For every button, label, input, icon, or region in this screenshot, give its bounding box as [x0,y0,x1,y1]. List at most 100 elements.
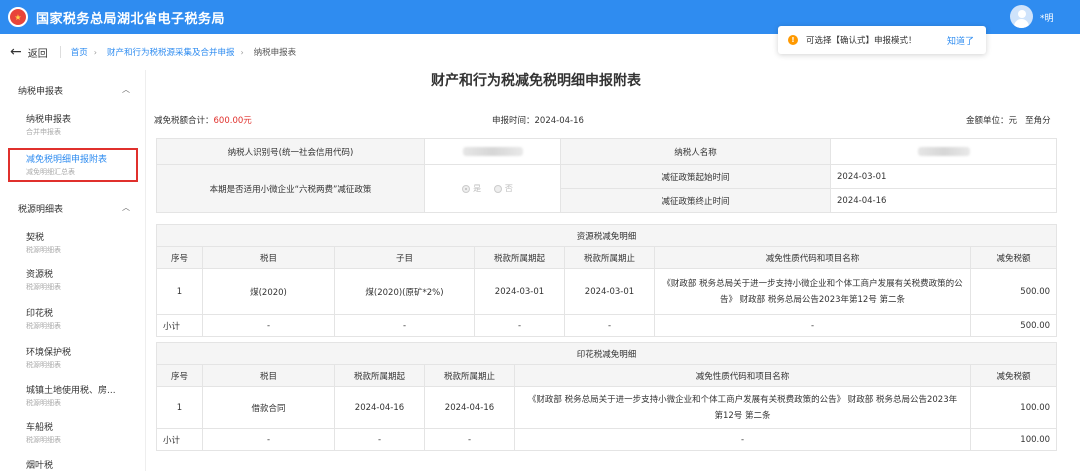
site-title: 国家税务总局湖北省电子税务局 [36,11,226,27]
sidebar-item-sublabel: 税源明细表 [26,322,61,330]
user-avatar-icon[interactable] [1010,5,1033,28]
subtotal-dash: - [202,314,335,337]
sidebar-item-label: 契税 [26,233,45,243]
breadcrumb-current: 纳税申报表 [253,48,297,58]
row-no: 1 [156,268,203,315]
sidebar: 纳税申报表 ︿ 纳税申报表 合并申报表 减免税明细申报附表 减免明细汇总表 税源… [0,70,146,471]
main-content: 财产和行为税减免税明细申报附表 减免税额合计：600.00元 申报时间：2024… [146,70,1080,471]
declaration-date: 申报时间：2024-04-16 [492,114,584,126]
col-header: 减免性质代码和项目名称 [514,364,971,387]
sidebar-item-relief-schedule[interactable]: 减免税明细申报附表 减免明细汇总表 [26,152,107,177]
amount-unit-label: 金额单位：元 [966,116,1018,126]
back-arrow-icon[interactable]: ← [10,44,22,60]
table-row: 1 煤(2020) 煤(2020)(原矿*2%) 2024-03-01 2024… [156,268,1058,315]
sidebar-item-sublabel: 税源明细表 [26,436,61,444]
col-header: 税款所属期止 [424,364,515,387]
col-header: 减免税额 [969,246,1058,269]
resource-tax-relief-table: 资源税减免明细 序号 税目 子目 税款所属期起 税款所属期止 减免性质代码和项目… [155,224,1058,337]
small-biz-policy-label: 本期是否适用小微企业“六税两费”减征政策 [156,164,425,213]
subtotal-row: 小计 - - - - - 500.00 [156,314,1058,337]
sidebar-item-resource-tax[interactable]: 资源税 税源明细表 [26,267,61,292]
chevron-right-icon: › [240,47,244,57]
chevron-right-icon: › [93,47,97,57]
sidebar-group-source-details[interactable]: 税源明细表 [18,202,63,215]
policy-end-value: 2024-04-16 [830,188,1057,213]
small-biz-policy-radios: 是 否 [424,164,561,213]
row-no: 1 [156,386,203,429]
policy-end-label: 减征政策终止时间 [560,188,831,213]
radio-no[interactable] [493,184,502,193]
subtotal-dash: - [202,428,335,451]
amount-unit: 金额单位：元 至角分 [966,114,1051,126]
declaration-date-label: 申报时间： [492,116,535,126]
policy-start-label: 减征政策起始时间 [560,164,831,189]
tax-emblem-icon: ★ [8,7,28,27]
radio-yes-label: 是 [473,184,482,193]
sidebar-item-sublabel: 减免明细汇总表 [26,168,75,176]
subtotal-dash: - [424,428,515,451]
sidebar-item-label: 减免税明细申报附表 [26,155,108,165]
got-it-button[interactable]: 知道了 [947,34,974,47]
col-header: 税款所属期止 [564,246,655,269]
row-relief-nature: 《财政部 税务总局关于进一步支持小微企业和个体工商户发展有关税费政策的公告》 财… [654,268,971,315]
subtotal-dash: - [334,314,475,337]
sidebar-item-declaration-form[interactable]: 纳税申报表 合并申报表 [26,112,71,137]
sidebar-item-environment-tax[interactable]: 环境保护税 税源明细表 [26,345,71,370]
table-row: 1 借款合同 2024-04-16 2024-04-16 《财政部 税务总局关于… [156,386,1058,429]
emblem-star: ★ [14,12,22,22]
warning-icon: ! [788,35,798,45]
sidebar-item-deed-tax[interactable]: 契税 税源明细表 [26,230,61,255]
declaration-date-value: 2024-04-16 [534,116,584,126]
relief-total-value: 600.00元 [213,116,252,126]
chevron-up-icon[interactable]: ︿ [122,84,130,95]
sidebar-item-label: 资源税 [26,270,54,280]
col-header: 税款所属期起 [334,364,425,387]
subtotal-row: 小计 - - - - 100.00 [156,428,1058,451]
col-header: 减免性质代码和项目名称 [654,246,971,269]
notice-toast: ! 可选择【确认式】申报模式！ 知道了 [778,26,986,54]
col-header: 减免税额 [969,364,1058,387]
subtotal-label: 小计 [156,428,203,451]
sidebar-item-land-use-tax[interactable]: 城镇土地使用税、房... 税源明细表 [26,383,116,408]
breadcrumb-home[interactable]: 首页 [71,46,88,58]
sidebar-item-sublabel: 税源明细表 [26,361,61,369]
relief-total: 减免税额合计：600.00元 [154,114,252,126]
policy-start-value: 2024-03-01 [830,164,1057,189]
breadcrumb-declaration[interactable]: 财产和行为税税源采集及合并申报 [107,46,235,58]
col-header: 序号 [156,246,203,269]
radio-yes[interactable] [462,184,471,193]
row-period-end: 2024-03-01 [564,268,655,315]
sidebar-item-sublabel: 税源明细表 [26,246,61,254]
row-relief-amount: 500.00 [969,268,1058,315]
taxpayer-id-value [424,138,561,165]
taxpayer-name-label: 纳税人名称 [560,138,831,165]
sidebar-item-tobacco-tax[interactable]: 烟叶税 [26,458,53,471]
row-relief-nature: 《财政部 税务总局关于进一步支持小微企业和个体工商户发展有关税费政策的公告》 财… [514,386,971,429]
col-header: 子目 [334,246,475,269]
back-button[interactable]: 返回 [28,45,48,60]
col-header: 税款所属期起 [474,246,565,269]
subtotal-dash: - [514,428,971,451]
row-period-end: 2024-04-16 [424,386,515,429]
row-subitem: 煤(2020)(原矿*2%) [334,268,475,315]
chevron-up-icon[interactable]: ︿ [122,202,130,213]
radio-no-label: 否 [504,184,513,193]
sidebar-item-vehicle-tax[interactable]: 车船税 税源明细表 [26,420,61,445]
amount-precision: 至角分 [1025,116,1051,126]
sidebar-group-declaration[interactable]: 纳税申报表 [18,84,63,97]
subtotal-dash: - [474,314,565,337]
sidebar-item-label: 环境保护税 [26,348,72,358]
subtotal-dash: - [654,314,971,337]
taxpayer-name-value [830,138,1057,165]
user-name[interactable]: *明 [1040,11,1054,24]
taxpayer-info-table: 纳税人识别号(统一社会信用代码) 纳税人名称 本期是否适用小微企业“六税两费”减… [156,138,1057,213]
subtotal-amount: 100.00 [969,428,1058,451]
taxpayer-id-label: 纳税人识别号(统一社会信用代码) [156,138,425,165]
col-header: 税目 [202,246,335,269]
relief-total-label: 减免税额合计： [154,116,214,126]
resource-section-title: 资源税减免明细 [155,224,1058,247]
subtotal-amount: 500.00 [969,314,1058,337]
col-header: 税目 [202,364,335,387]
sidebar-item-stamp-tax[interactable]: 印花税 税源明细表 [26,306,61,331]
stamp-tax-relief-table: 印花税减免明细 序号 税目 税款所属期起 税款所属期止 减免性质代码和项目名称 … [155,342,1058,451]
